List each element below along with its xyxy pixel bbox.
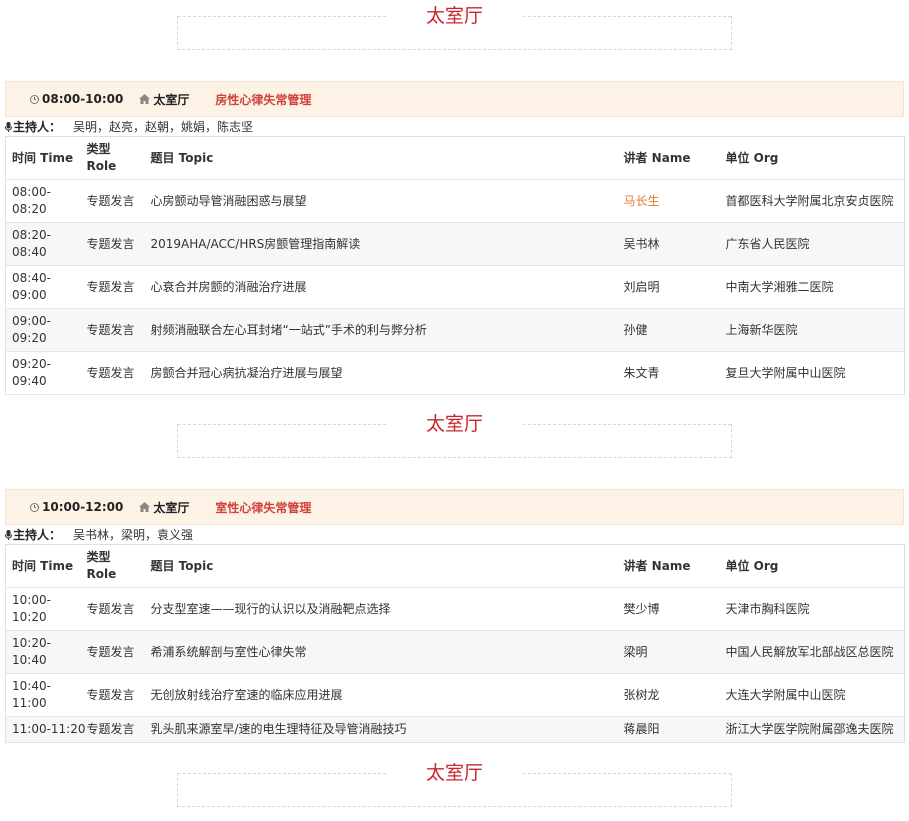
cell-topic: 2019AHA/ACC/HRS房颤管理指南解读 xyxy=(144,222,618,266)
host-line: 主持人： 吴明，赵亮，赵朝，姚娟，陈志坚 xyxy=(5,119,253,135)
hall-title: 太室厅 xyxy=(425,413,483,435)
session-header: 08:00-10:00 太室厅 房性心律失常管理 xyxy=(5,81,904,117)
session-topic: 房性心律失常管理 xyxy=(215,92,312,107)
schedule-table: 时间 Time 类型 Role 题目 Topic 讲者 Name 单位 Org … xyxy=(5,136,905,395)
table-row: 11:00-11:20 专题发言 乳头肌来源室早/速的电生理特征及导管消融技巧 … xyxy=(5,716,905,743)
table-row: 08:40-09:00 专题发言 心衰合并房颤的消融治疗进展 刘启明 中南大学湘… xyxy=(5,265,905,309)
cell-speaker-link[interactable]: 马长生 xyxy=(617,179,720,223)
cell-topic: 乳头肌来源室早/速的电生理特征及导管消融技巧 xyxy=(144,716,618,743)
table-header-row: 时间 Time 类型 Role 题目 Topic 讲者 Name 单位 Org xyxy=(5,136,905,180)
host-line: 主持人： 吴书林，梁明，袁义强 xyxy=(5,527,193,543)
header-topic: 题目 Topic xyxy=(144,544,618,588)
microphone-icon xyxy=(5,530,12,540)
hall-title-banner: 太室厅 xyxy=(177,413,732,458)
cell-topic: 射频消融联合左心耳封堵“一站式”手术的利与弊分析 xyxy=(144,308,618,352)
cell-time: 08:20-08:40 xyxy=(5,222,81,266)
hall-title-banner: 太室厅 xyxy=(177,5,732,50)
cell-speaker: 孙健 xyxy=(617,308,720,352)
table-row: 08:20-08:40 专题发言 2019AHA/ACC/HRS房颤管理指南解读… xyxy=(5,222,905,266)
cell-role: 专题发言 xyxy=(80,351,145,395)
table-row: 10:20-10:40 专题发言 希浦系统解剖与室性心律失常 梁明 中国人民解放… xyxy=(5,630,905,674)
host-label: 主持人： xyxy=(13,528,62,542)
cell-topic: 希浦系统解剖与室性心律失常 xyxy=(144,630,618,674)
header-time: 时间 Time xyxy=(5,136,81,180)
cell-speaker: 刘启明 xyxy=(617,265,720,309)
cell-org: 天津市胸科医院 xyxy=(719,587,905,631)
cell-speaker: 吴书林 xyxy=(617,222,720,266)
table-row: 09:00-09:20 专题发言 射频消融联合左心耳封堵“一站式”手术的利与弊分… xyxy=(5,308,905,352)
cell-speaker: 张树龙 xyxy=(617,673,720,717)
cell-role: 专题发言 xyxy=(80,222,145,266)
session-room-text: 太室厅 xyxy=(153,500,190,515)
cell-topic: 心衰合并房颤的消融治疗进展 xyxy=(144,265,618,309)
header-org: 单位 Org xyxy=(719,136,905,180)
session-topic: 室性心律失常管理 xyxy=(215,500,312,515)
cell-org: 浙江大学医学院附属邵逸夫医院 xyxy=(719,716,905,743)
header-role: 类型 Role xyxy=(80,136,145,180)
header-time: 时间 Time xyxy=(5,544,81,588)
cell-time: 10:00-10:20 xyxy=(5,587,81,631)
session-header: 10:00-12:00 太室厅 室性心律失常管理 xyxy=(5,489,904,525)
session-time: 08:00-10:00 xyxy=(30,92,123,106)
hall-title: 太室厅 xyxy=(425,5,483,27)
session-time: 10:00-12:00 xyxy=(30,500,123,514)
session-room: 太室厅 xyxy=(139,91,189,108)
home-icon xyxy=(139,502,151,512)
cell-org: 广东省人民医院 xyxy=(719,222,905,266)
cell-time: 08:40-09:00 xyxy=(5,265,81,309)
session-time-text: 10:00-12:00 xyxy=(42,500,124,514)
cell-time: 08:00-08:20 xyxy=(5,179,81,223)
cell-org: 首都医科大学附属北京安贞医院 xyxy=(719,179,905,223)
header-org: 单位 Org xyxy=(719,544,905,588)
cell-topic: 无创放射线治疗室速的临床应用进展 xyxy=(144,673,618,717)
table-row: 09:20-09:40 专题发言 房颤合并冠心病抗凝治疗进展与展望 朱文青 复旦… xyxy=(5,351,905,395)
cell-org: 复旦大学附属中山医院 xyxy=(719,351,905,395)
cell-topic: 房颤合并冠心病抗凝治疗进展与展望 xyxy=(144,351,618,395)
table-row: 10:00-10:20 专题发言 分支型室速——现行的认识以及消融靶点选择 樊少… xyxy=(5,587,905,631)
cell-org: 上海新华医院 xyxy=(719,308,905,352)
cell-time: 10:20-10:40 xyxy=(5,630,81,674)
host-label: 主持人： xyxy=(13,120,62,134)
hall-title: 太室厅 xyxy=(425,762,483,784)
session-time-text: 08:00-10:00 xyxy=(42,92,124,106)
clock-icon xyxy=(30,94,39,104)
cell-org: 大连大学附属中山医院 xyxy=(719,673,905,717)
cell-speaker: 樊少博 xyxy=(617,587,720,631)
table-row: 10:40-11:00 专题发言 无创放射线治疗室速的临床应用进展 张树龙 大连… xyxy=(5,673,905,717)
microphone-icon xyxy=(5,122,12,132)
cell-role: 专题发言 xyxy=(80,716,145,743)
cell-topic: 心房颤动导管消融困惑与展望 xyxy=(144,179,618,223)
cell-org: 中南大学湘雅二医院 xyxy=(719,265,905,309)
cell-role: 专题发言 xyxy=(80,308,145,352)
cell-speaker: 蒋晨阳 xyxy=(617,716,720,743)
table-header-row: 时间 Time 类型 Role 题目 Topic 讲者 Name 单位 Org xyxy=(5,544,905,588)
host-names: 吴明，赵亮，赵朝，姚娟，陈志坚 xyxy=(73,120,254,134)
cell-role: 专题发言 xyxy=(80,265,145,309)
cell-time: 11:00-11:20 xyxy=(5,716,86,743)
cell-role: 专题发言 xyxy=(80,673,145,717)
cell-speaker: 朱文青 xyxy=(617,351,720,395)
table-row: 08:00-08:20 专题发言 心房颤动导管消融困惑与展望 马长生 首都医科大… xyxy=(5,179,905,223)
cell-role: 专题发言 xyxy=(80,179,145,223)
cell-org: 中国人民解放军北部战区总医院 xyxy=(719,630,905,674)
header-topic: 题目 Topic xyxy=(144,136,618,180)
cell-speaker: 梁明 xyxy=(617,630,720,674)
cell-role: 专题发言 xyxy=(80,630,145,674)
home-icon xyxy=(139,94,151,104)
session-room: 太室厅 xyxy=(139,499,189,516)
cell-time: 10:40-11:00 xyxy=(5,673,81,717)
host-names: 吴书林，梁明，袁义强 xyxy=(73,528,194,542)
header-speaker: 讲者 Name xyxy=(617,544,720,588)
cell-role: 专题发言 xyxy=(80,587,145,631)
cell-time: 09:20-09:40 xyxy=(5,351,81,395)
hall-title-banner: 太室厅 xyxy=(177,762,732,807)
header-speaker: 讲者 Name xyxy=(617,136,720,180)
clock-icon xyxy=(30,502,39,512)
header-role: 类型 Role xyxy=(80,544,145,588)
cell-time: 09:00-09:20 xyxy=(5,308,81,352)
cell-topic: 分支型室速——现行的认识以及消融靶点选择 xyxy=(144,587,618,631)
schedule-table: 时间 Time 类型 Role 题目 Topic 讲者 Name 单位 Org … xyxy=(5,544,905,743)
session-room-text: 太室厅 xyxy=(153,92,190,107)
